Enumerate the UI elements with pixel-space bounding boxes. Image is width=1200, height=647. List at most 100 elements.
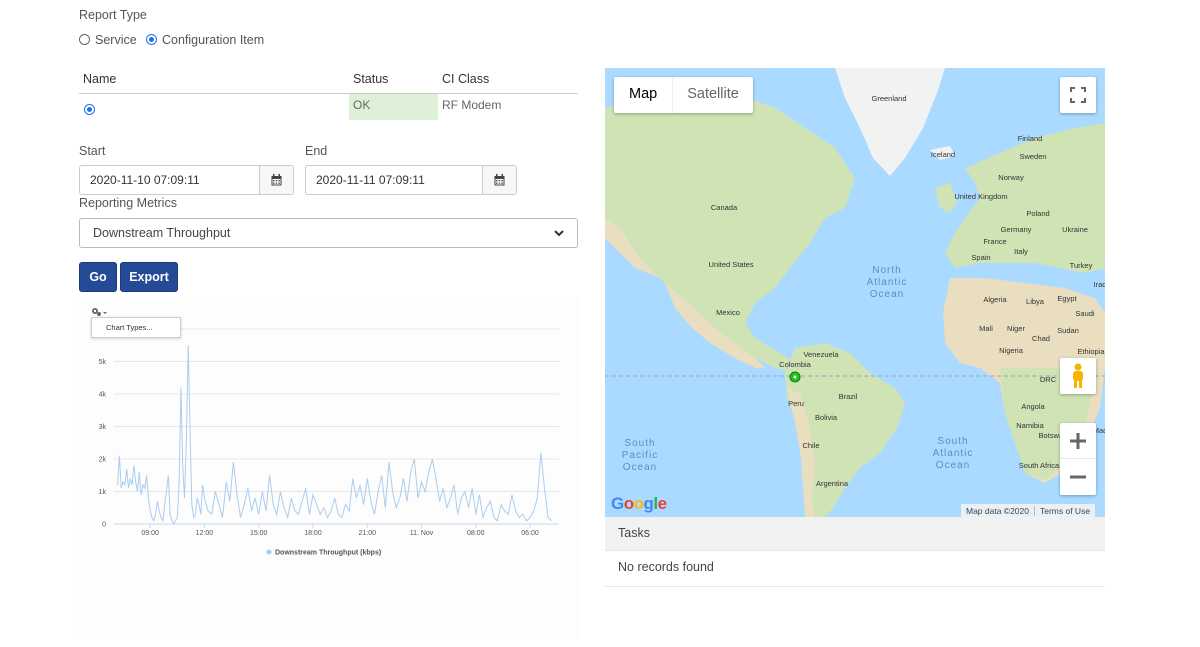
ocean-label: Ocean (936, 460, 970, 471)
map-place-label: Greenland (871, 94, 906, 103)
map-view[interactable]: North Atlantic Ocean South Pacific Ocean… (605, 68, 1105, 517)
map-place-label: Mexico (716, 308, 740, 317)
map-place-label: France (983, 237, 1006, 246)
end-label: End (305, 144, 328, 158)
throughput-chart: 0 1k 2k 3k 4k 5k 09:00 12:00 15:00 18:00 21:00 11.… (99, 328, 559, 557)
calendar-icon[interactable] (259, 166, 293, 194)
legend-label[interactable]: Downstream Throughput (kbps) (275, 550, 381, 557)
x-tick-label: 11. Nov (410, 530, 434, 537)
map-place-label: Nigeria (999, 346, 1024, 355)
map-place-label: Iraq (1094, 280, 1105, 289)
map-tab[interactable]: Map (614, 77, 674, 113)
map-place-label: Finland (1018, 134, 1043, 143)
satellite-tab[interactable]: Satellite (673, 77, 753, 113)
x-tick-label: 09:00 (141, 530, 159, 537)
plus-icon (1070, 432, 1086, 449)
map-place-label: Argentina (816, 479, 849, 488)
x-tick-label: 12:00 (196, 530, 214, 537)
series-line (117, 345, 553, 526)
map-place-label: Turkey (1070, 261, 1093, 270)
map-place-label: Norway (998, 173, 1024, 182)
terms-of-use-link[interactable]: Terms of Use (1033, 505, 1095, 516)
chart-types-menu-item[interactable]: Chart Types... (91, 317, 181, 338)
map-attribution-bar: Map data ©2020 Terms of Use (961, 504, 1096, 517)
ocean-label: Atlantic (867, 277, 908, 288)
zoom-out-button[interactable] (1060, 459, 1096, 495)
map-place-label: Algeria (983, 295, 1007, 304)
fullscreen-button[interactable] (1060, 77, 1096, 113)
map-place-label: Chad (1032, 334, 1050, 343)
ocean-label: Ocean (870, 289, 904, 300)
calendar-icon[interactable] (482, 166, 516, 194)
reporting-metrics-select[interactable]: Downstream Throughput (79, 218, 578, 248)
map-place-label: South Africa (1019, 461, 1060, 470)
report-type-service-option[interactable]: Service (79, 33, 137, 47)
column-header-name: Name (83, 72, 117, 86)
configuration-item-radio[interactable] (146, 34, 157, 45)
map-place-label: United States (708, 260, 753, 269)
map-place-label: DRC (1040, 375, 1057, 384)
reporting-metrics-label: Reporting Metrics (79, 196, 177, 210)
column-header-ci-class: CI Class (442, 72, 490, 86)
map-place-label: Egypt (1057, 294, 1077, 303)
map-place-label: Mali (979, 324, 993, 333)
map-place-label: Canada (711, 203, 738, 212)
map-place-label: Brazil (839, 392, 858, 401)
report-type-ci-option[interactable]: Configuration Item (146, 33, 264, 47)
x-tick-label: 15:00 (250, 530, 268, 537)
map-place-label: Libya (1026, 297, 1045, 306)
map-place-label: Ukraine (1062, 225, 1088, 234)
tasks-header: Tasks (605, 517, 1105, 551)
map-place-label: Venezuela (803, 350, 839, 359)
chart-container: 0 1k 2k 3k 4k 5k 09:00 12:00 15:00 18:00 21:00 11.… (79, 296, 580, 640)
map-place-label: United Kingdom (954, 192, 1007, 201)
pegman-icon (1073, 363, 1083, 388)
report-type-label: Report Type (79, 8, 147, 22)
map-place-label: Poland (1026, 209, 1049, 218)
world-map[interactable]: North Atlantic Ocean South Pacific Ocean… (605, 68, 1105, 517)
start-date-field[interactable]: 2020-11-10 07:09:11 (79, 165, 294, 195)
service-radio-label: Service (95, 33, 137, 47)
configuration-item-radio-label: Configuration Item (162, 33, 265, 47)
y-tick-label: 5k (99, 359, 107, 366)
end-date-field[interactable]: 2020-11-11 07:09:11 (305, 165, 517, 195)
map-place-label: Ethiopia (1077, 347, 1105, 356)
y-tick-label: 1k (99, 489, 107, 496)
table-row[interactable]: OK RF Modem (79, 94, 578, 120)
map-place-label: Germany (1001, 225, 1032, 234)
street-view-button[interactable] (1060, 358, 1096, 394)
reporting-metrics-selected: Downstream Throughput (93, 226, 231, 240)
google-logo: Google (611, 494, 667, 513)
map-place-label: Niger (1007, 324, 1025, 333)
start-label: Start (79, 144, 106, 158)
map-place-label: Saudi (1075, 309, 1095, 318)
chevron-down-icon (554, 230, 564, 237)
ocean-label: South (624, 438, 655, 449)
map-type-toggle[interactable]: Map Satellite (614, 77, 753, 113)
go-button[interactable]: Go (79, 262, 117, 292)
map-place-label: Colombia (779, 360, 812, 369)
y-tick-label: 4k (99, 392, 107, 399)
status-cell: OK (349, 94, 438, 120)
location-marker-dot (793, 375, 797, 379)
service-radio[interactable] (79, 34, 90, 45)
fullscreen-icon (1070, 87, 1086, 103)
zoom-controls[interactable] (1060, 423, 1096, 495)
start-date-value[interactable]: 2020-11-10 07:09:11 (80, 166, 259, 194)
map-place-label: Angola (1021, 402, 1045, 411)
map-place-label: Iceland (931, 150, 955, 159)
end-date-value[interactable]: 2020-11-11 07:09:11 (306, 166, 482, 194)
map-place-label: Sweden (1019, 152, 1046, 161)
map-place-label: Spain (971, 253, 990, 262)
minus-icon (1070, 475, 1086, 479)
ocean-label: Ocean (623, 462, 657, 473)
export-button[interactable]: Export (120, 262, 178, 292)
y-tick-label: 2k (99, 457, 107, 464)
row-select-radio[interactable] (84, 104, 95, 115)
column-header-status: Status (353, 72, 389, 86)
zoom-in-button[interactable] (1060, 423, 1096, 459)
map-attribution: Map data ©2020 (966, 505, 1029, 516)
ocean-label: Pacific (622, 450, 658, 461)
y-tick-label: 0 (102, 522, 106, 529)
ocean-label: North (872, 265, 901, 276)
